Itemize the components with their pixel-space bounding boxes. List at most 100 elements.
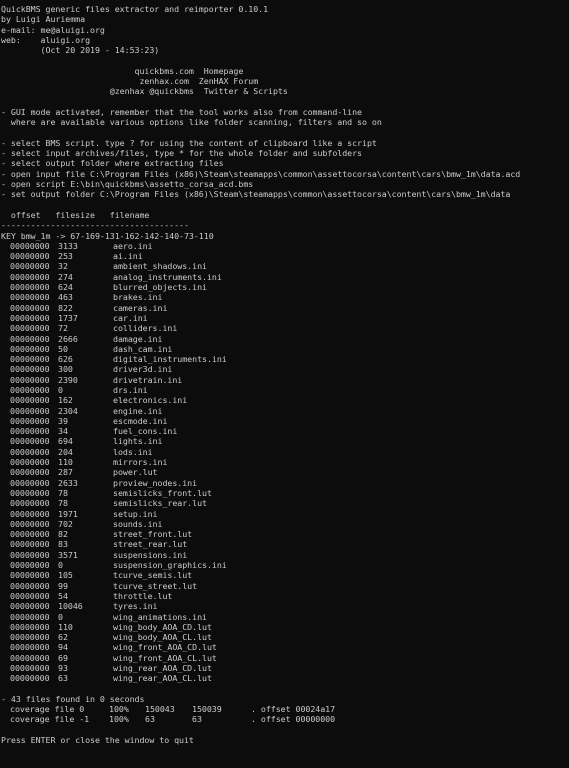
file-row: 00000000 34 fuel_cons.ini: [1, 426, 569, 436]
file-name: ai.ini: [113, 251, 143, 262]
file-row: 00000000 50 dash_cam.ini: [1, 344, 569, 354]
file-row: 00000000 2390 drivetrain.ini: [1, 375, 569, 385]
file-name: fuel_cons.ini: [113, 426, 178, 437]
file-row: 00000000 83 street_rear.lut: [1, 539, 569, 549]
file-size: 287: [58, 467, 73, 478]
file-row: 00000000 110 mirrors.ini: [1, 457, 569, 467]
file-offset: 00000000: [10, 364, 50, 375]
coverage-block: coverage file 0 100% 150043 150039 . offset …: [1, 704, 569, 725]
file-size: 694: [58, 436, 73, 447]
file-name: throttle.lut: [113, 590, 173, 601]
file-name: tcurve_street.lut: [113, 580, 198, 591]
coverage-offset: . offset 00000000: [251, 714, 336, 725]
file-row: 00000000 702 sounds.ini: [1, 519, 569, 529]
file-size: 99: [58, 580, 68, 591]
file-name: wing_front_AOA_CD.lut: [113, 642, 217, 653]
file-offset: 00000000: [10, 261, 50, 272]
file-row: 00000000 822 cameras.ini: [1, 303, 569, 313]
file-offset: 00000000: [10, 508, 50, 519]
file-size: 3133: [58, 240, 78, 251]
step-line: - open script E:\bin\quickbms\assetto_co…: [1, 179, 254, 190]
console-window[interactable]: QuickBMS generic files extractor and rei…: [0, 0, 569, 768]
file-name: tyres.ini: [113, 601, 158, 612]
file-size: 34: [58, 426, 68, 437]
file-size: 69: [58, 652, 68, 663]
file-name: lods.ini: [113, 446, 153, 457]
file-size: 2390: [58, 374, 78, 385]
file-size: 1971: [58, 508, 78, 519]
table-separator: --------------------------------------: [1, 220, 189, 231]
gui-notice-block: - GUI mode activated, remember that the …: [1, 107, 569, 128]
file-row: 00000000 82 street_front.lut: [1, 529, 569, 539]
file-offset: 00000000: [10, 271, 50, 282]
file-name: brakes.ini: [113, 292, 163, 303]
file-size: 702: [58, 518, 73, 529]
file-name: power.lut: [113, 467, 158, 478]
file-name: cameras.ini: [113, 302, 168, 313]
coverage-label: coverage file -1: [10, 714, 90, 725]
file-offset: 00000000: [10, 467, 50, 478]
file-row: 00000000 110 wing_body_AOA_CD.lut: [1, 622, 569, 632]
file-row: 00000000 0 wing_animations.ini: [1, 612, 569, 622]
file-size: 78: [58, 487, 68, 498]
header-build-date: (Oct 20 2019 - 14:53:23): [1, 45, 160, 56]
file-size: 105: [58, 570, 73, 581]
file-offset: 00000000: [10, 302, 50, 313]
file-row: 00000000 2304 engine.ini: [1, 406, 569, 416]
file-row: 00000000 2666 damage.ini: [1, 334, 569, 344]
file-name: semislicks_front.lut: [113, 487, 212, 498]
file-offset: 00000000: [10, 251, 50, 262]
file-name: wing_rear_AOA_CD.lut: [113, 663, 212, 673]
file-size: 82: [58, 529, 68, 540]
gui-notice-line: - GUI mode activated, remember that the …: [1, 106, 362, 117]
file-name: car.ini: [113, 312, 148, 323]
file-row: 00000000 93 wing_rear_AOA_CD.lut: [1, 663, 569, 673]
file-offset: 00000000: [10, 487, 50, 498]
file-name: semislicks_rear.lut: [113, 498, 207, 509]
file-offset: 00000000: [10, 292, 50, 303]
link-forum: zenhax.com ZenHAX Forum: [1, 76, 259, 87]
file-size: 0: [58, 611, 63, 622]
table-header: offset filesize filename: [1, 209, 150, 220]
file-offset: 00000000: [10, 426, 50, 437]
file-offset: 00000000: [10, 529, 50, 540]
file-size: 274: [58, 271, 73, 282]
file-row: 00000000 0 suspension_graphics.ini: [1, 560, 569, 570]
step-line: - select BMS script. type ? for using th…: [1, 137, 377, 148]
file-offset: 00000000: [10, 436, 50, 447]
file-name: suspension_graphics.ini: [113, 560, 227, 571]
file-offset: 00000000: [10, 374, 50, 385]
file-size: 3571: [58, 549, 78, 560]
file-name: wing_animations.ini: [113, 611, 207, 622]
file-row: 00000000 162 electronics.ini: [1, 395, 569, 405]
file-name: tcurve_semis.lut: [113, 570, 193, 581]
header-title: QuickBMS generic files extractor and rei…: [1, 4, 269, 14]
file-name: drivetrain.ini: [113, 374, 183, 385]
links-block: quickbms.com Homepage zenhax.com ZenHAX …: [1, 66, 569, 97]
file-offset: 00000000: [10, 457, 50, 468]
coverage-bytes: 150043: [145, 704, 175, 715]
file-offset: 00000000: [10, 498, 50, 509]
coverage-percent: 100%: [109, 704, 129, 715]
file-name: sounds.ini: [113, 518, 163, 529]
link-homepage: quickbms.com Homepage: [1, 65, 244, 76]
file-offset: 00000000: [10, 570, 50, 581]
file-row: 00000000 253 ai.ini: [1, 251, 569, 261]
file-row: 00000000 3571 suspensions.ini: [1, 550, 569, 560]
file-offset: 00000000: [10, 354, 50, 365]
header-block: QuickBMS generic files extractor and rei…: [1, 4, 569, 55]
file-name: engine.ini: [113, 405, 163, 416]
file-row: 00000000 463 brakes.ini: [1, 292, 569, 302]
steps-block: - select BMS script. type ? for using th…: [1, 138, 569, 200]
file-size: 72: [58, 323, 68, 334]
file-offset: 00000000: [10, 415, 50, 426]
file-row: 00000000 105 tcurve_semis.lut: [1, 570, 569, 580]
file-size: 93: [58, 663, 68, 673]
file-row: 00000000 1737 car.ini: [1, 313, 569, 323]
header-web: web: aluigi.org: [1, 34, 91, 45]
file-offset: 00000000: [10, 549, 50, 560]
file-row: 00000000 72 colliders.ini: [1, 323, 569, 333]
